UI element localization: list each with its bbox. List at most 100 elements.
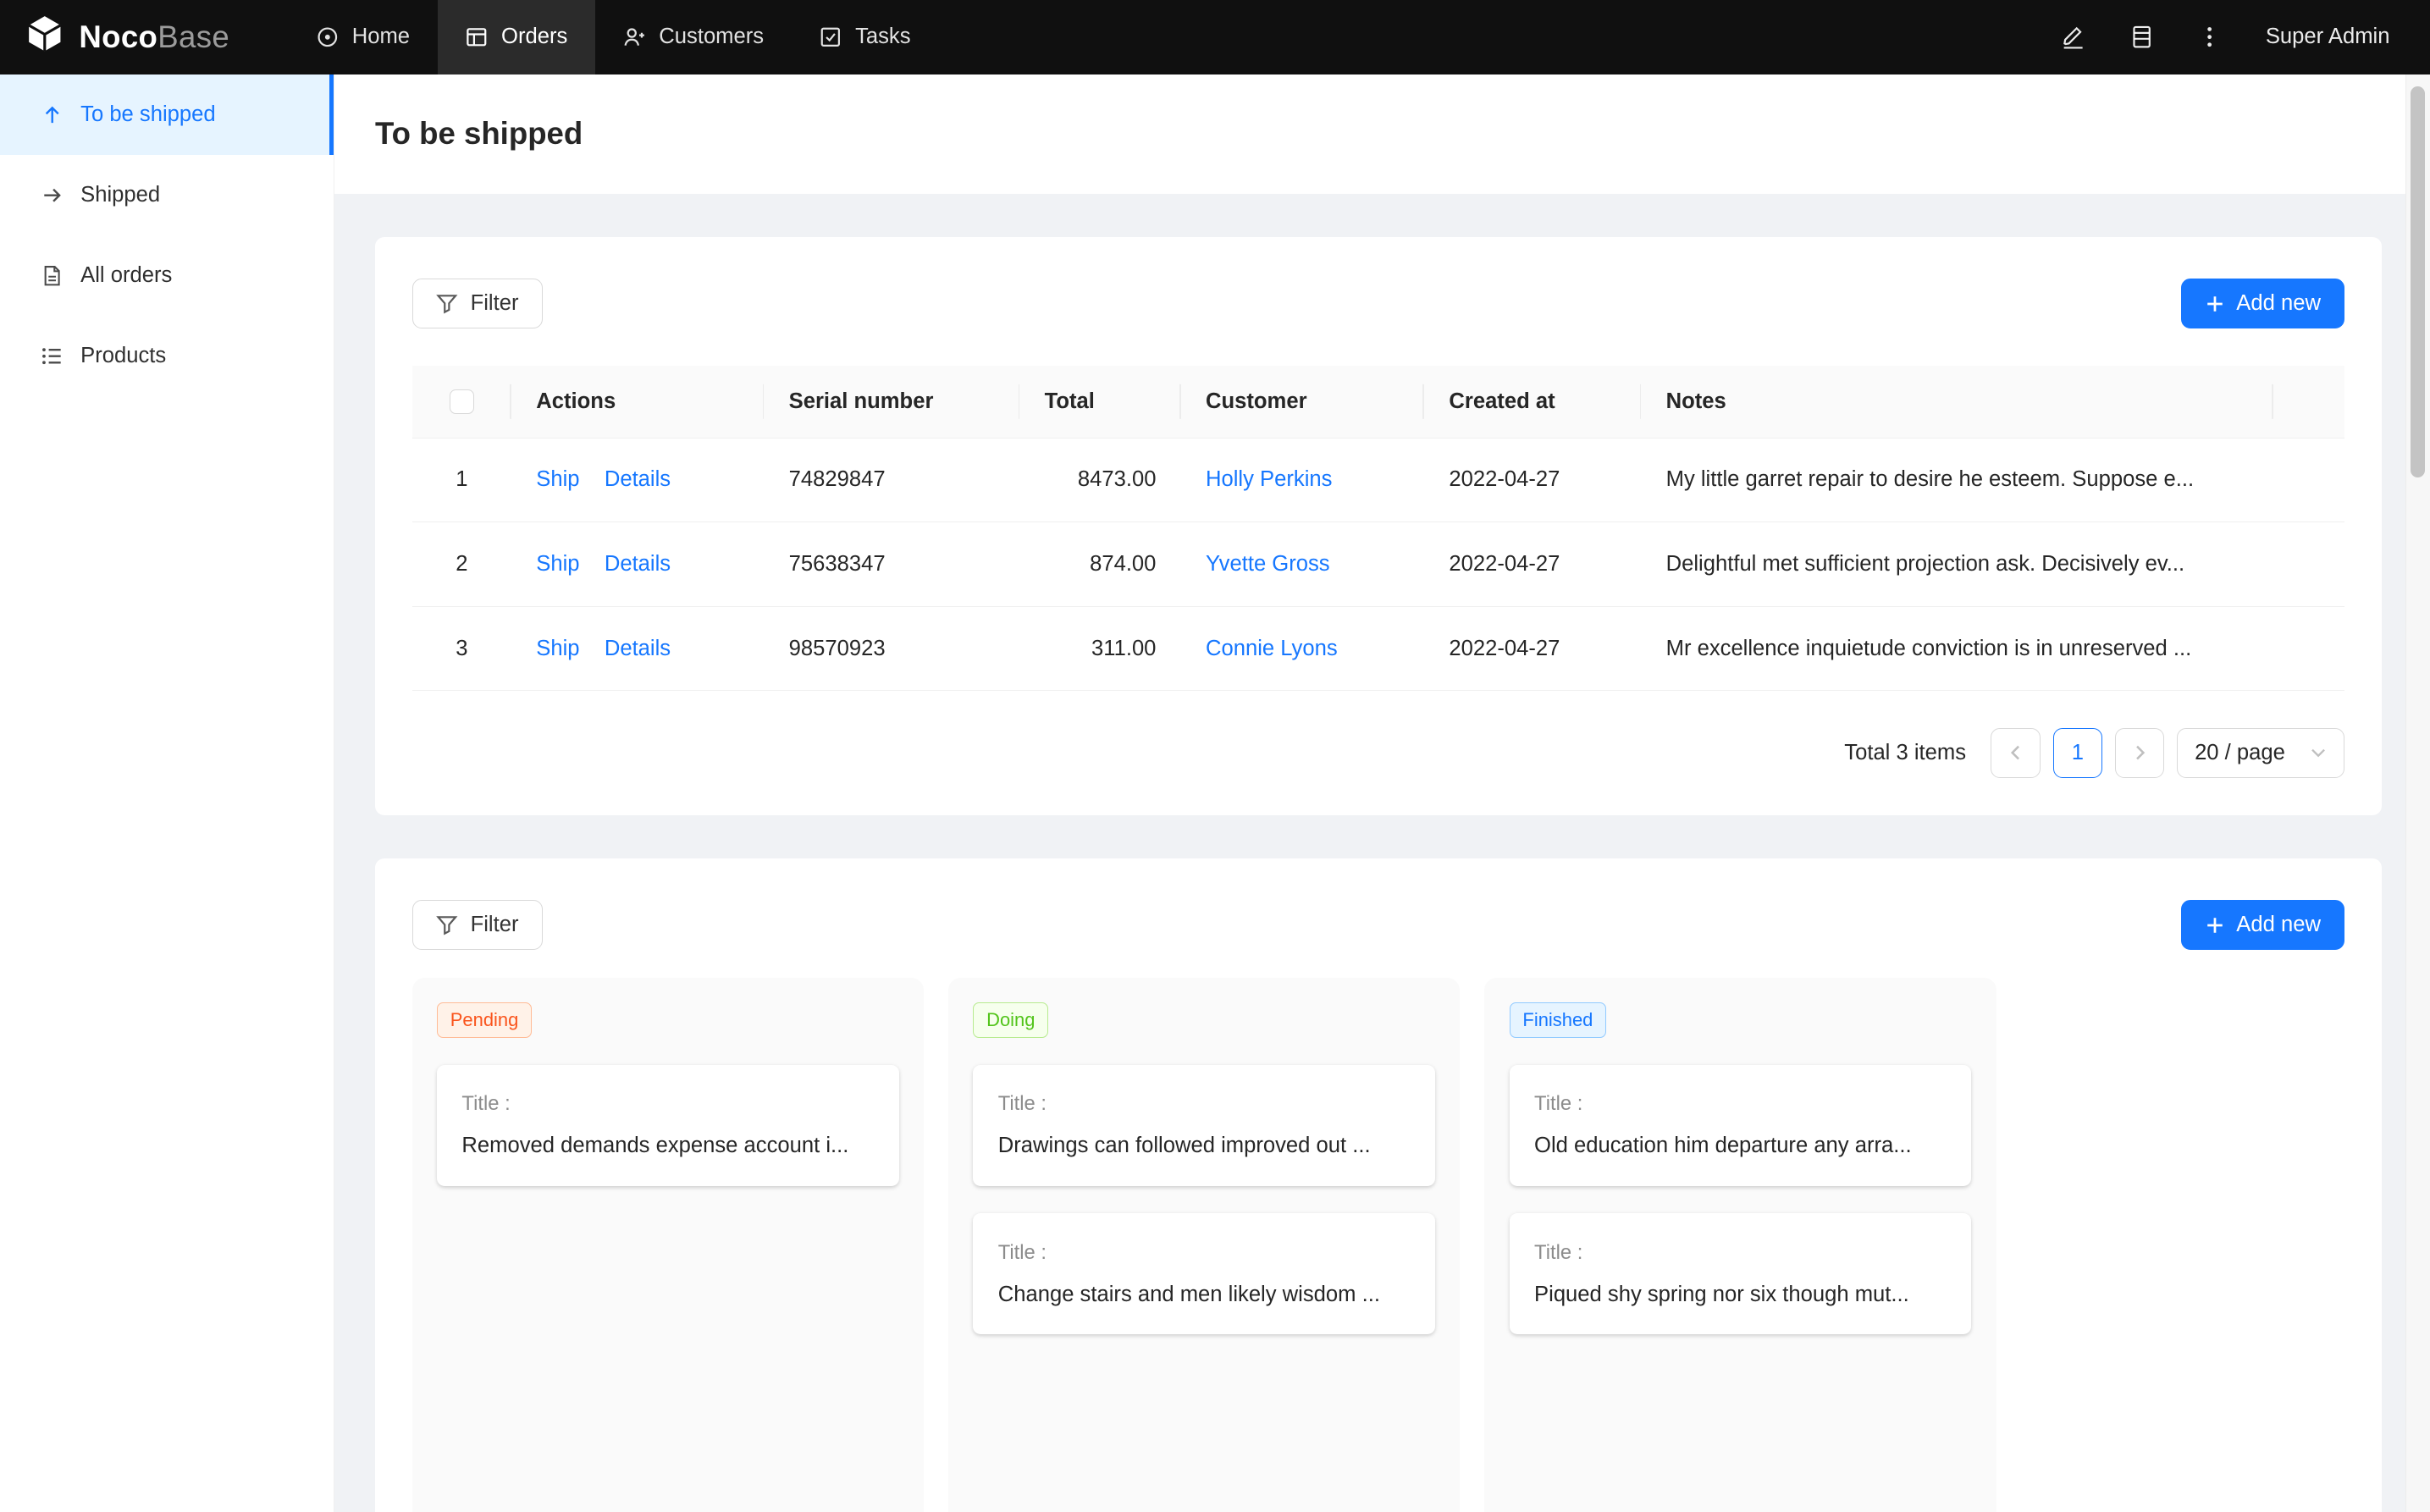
highlighter-icon[interactable]	[2061, 25, 2085, 49]
collections-icon[interactable]	[2129, 25, 2154, 49]
next-page-button[interactable]	[2115, 728, 2165, 778]
sidebar: To be shipped Shipped All orders Product…	[0, 74, 334, 1512]
row-actions: Ship Details	[511, 438, 764, 522]
sidebar-item-products[interactable]: Products	[0, 316, 334, 396]
topbar-right: Super Admin	[2061, 25, 2430, 49]
sidebar-item-shipped[interactable]: Shipped	[0, 155, 334, 235]
card-field-value: Drawings can followed improved out ...	[998, 1134, 1411, 1158]
prev-page-button[interactable]	[1991, 728, 2041, 778]
kanban-card[interactable]: Title : Change stairs and men likely wis…	[973, 1213, 1434, 1334]
pagination: Total 3 items 1 20 / page	[412, 728, 2345, 778]
status-tag-finished: Finished	[1510, 1002, 1606, 1038]
page-title: To be shipped	[375, 116, 583, 152]
orders-block: Filter Add new	[375, 237, 2382, 815]
app-window: NocoBase Home Orders Customers	[0, 0, 2430, 1512]
filter-icon	[436, 914, 458, 936]
column-header-serial: Serial number	[764, 366, 1019, 438]
kanban-board: Pending Title : Removed demands expense …	[412, 978, 2345, 1512]
row-actions: Ship Details	[511, 522, 764, 607]
customer-link[interactable]: Connie Lyons	[1206, 637, 1338, 660]
user-menu[interactable]: Super Admin	[2266, 25, 2390, 49]
details-link[interactable]: Details	[605, 552, 671, 576]
plus-icon	[2206, 916, 2224, 935]
card-field-value: Old education him departure any arra...	[1534, 1134, 1947, 1158]
sidebar-item-to-be-shipped[interactable]: To be shipped	[0, 74, 334, 155]
card-field-label: Title :	[998, 1241, 1411, 1265]
nav-label: Orders	[501, 25, 567, 49]
select-all-checkbox[interactable]	[450, 389, 474, 414]
cell-created-at: 2022-04-27	[1424, 606, 1641, 691]
card-field-value: Removed demands expense account i...	[461, 1134, 874, 1158]
status-tag-pending: Pending	[437, 1002, 532, 1038]
table-row: 1 ShipDetails 74829847 8473.00 Holly Per…	[412, 438, 2345, 522]
ship-link[interactable]: Ship	[536, 552, 579, 576]
cell-created-at: 2022-04-27	[1424, 522, 1641, 607]
page-size-value: 20 / page	[2195, 741, 2285, 765]
kanban-column-doing: Doing Title : Drawings can followed impr…	[948, 978, 1460, 1512]
kanban-card[interactable]: Title : Piqued shy spring nor six though…	[1510, 1213, 1971, 1334]
filter-button[interactable]: Filter	[412, 279, 543, 328]
column-header-created-at: Created at	[1424, 366, 1641, 438]
customer-link[interactable]: Yvette Gross	[1206, 552, 1330, 576]
main-area: To be shipped Filter	[334, 74, 2430, 1512]
column-header-notes: Notes	[1641, 366, 2273, 438]
row-index[interactable]: 2	[412, 522, 511, 607]
page-size-select[interactable]: 20 / page	[2177, 728, 2344, 778]
nav-item-orders[interactable]: Orders	[438, 0, 595, 74]
card-field-value: Piqued shy spring nor six though mut...	[1534, 1283, 1947, 1307]
kanban-column-pending: Pending Title : Removed demands expense …	[412, 978, 924, 1512]
kanban-column-finished: Finished Title : Old education him depar…	[1484, 978, 1996, 1512]
customer-link[interactable]: Holly Perkins	[1206, 467, 1332, 491]
cell-total: 8473.00	[1019, 438, 1180, 522]
card-field-label: Title :	[461, 1092, 874, 1116]
card-field-label: Title :	[1534, 1241, 1947, 1265]
nocobase-logo[interactable]: NocoBase	[25, 14, 229, 61]
nav-item-home[interactable]: Home	[289, 0, 438, 74]
file-icon	[41, 264, 64, 287]
ship-link[interactable]: Ship	[536, 467, 579, 491]
ship-link[interactable]: Ship	[536, 637, 579, 660]
column-header-customer: Customer	[1181, 366, 1424, 438]
sidebar-item-label: To be shipped	[80, 102, 215, 127]
nav-item-customers[interactable]: Customers	[595, 0, 792, 74]
table-header-row: Actions Serial number Total Customer Cre…	[412, 366, 2345, 438]
card-field-label: Title :	[1534, 1092, 1947, 1116]
kanban-add-new-button[interactable]: Add new	[2181, 900, 2344, 950]
card-field-label: Title :	[998, 1092, 1411, 1116]
logo-cube-icon	[25, 14, 65, 61]
chevron-down-icon	[2310, 744, 2327, 761]
kanban-card[interactable]: Title : Old education him departure any …	[1510, 1065, 1971, 1186]
nav-label: Tasks	[855, 25, 910, 49]
column-header-actions: Actions	[511, 366, 764, 438]
row-index[interactable]: 3	[412, 606, 511, 691]
cell-notes: Mr excellence inquietude conviction is i…	[1641, 606, 2273, 691]
kanban-card[interactable]: Title : Drawings can followed improved o…	[973, 1065, 1434, 1186]
tasks-kanban-block: Filter Add new Pending	[375, 858, 2382, 1512]
scrollbar[interactable]	[2405, 74, 2430, 1512]
sidebar-item-label: Shipped	[80, 183, 160, 207]
nav-label: Customers	[659, 25, 764, 49]
arrow-right-icon	[41, 184, 64, 207]
kanban-card[interactable]: Title : Removed demands expense account …	[437, 1065, 898, 1186]
content: Filter Add new	[334, 194, 2430, 1512]
page-1-button[interactable]: 1	[2053, 728, 2103, 778]
kanban-filter-button[interactable]: Filter	[412, 900, 543, 950]
details-link[interactable]: Details	[605, 467, 671, 491]
pagination-total: Total 3 items	[1844, 741, 1966, 765]
sidebar-item-all-orders[interactable]: All orders	[0, 235, 334, 316]
check-square-icon	[820, 26, 842, 48]
table-icon	[466, 26, 488, 48]
home-icon	[317, 26, 339, 48]
list-icon	[41, 345, 64, 367]
cell-created-at: 2022-04-27	[1424, 438, 1641, 522]
plus-icon	[2206, 295, 2224, 313]
add-new-button[interactable]: Add new	[2181, 279, 2344, 328]
page-header: To be shipped	[334, 74, 2430, 194]
nav-item-tasks[interactable]: Tasks	[792, 0, 938, 74]
column-header-total: Total	[1019, 366, 1180, 438]
logo-text-bold: Noco	[79, 19, 157, 54]
more-vertical-icon[interactable]	[2197, 25, 2222, 49]
details-link[interactable]: Details	[605, 637, 671, 660]
row-index[interactable]: 1	[412, 438, 511, 522]
scrollbar-thumb[interactable]	[2411, 86, 2424, 477]
